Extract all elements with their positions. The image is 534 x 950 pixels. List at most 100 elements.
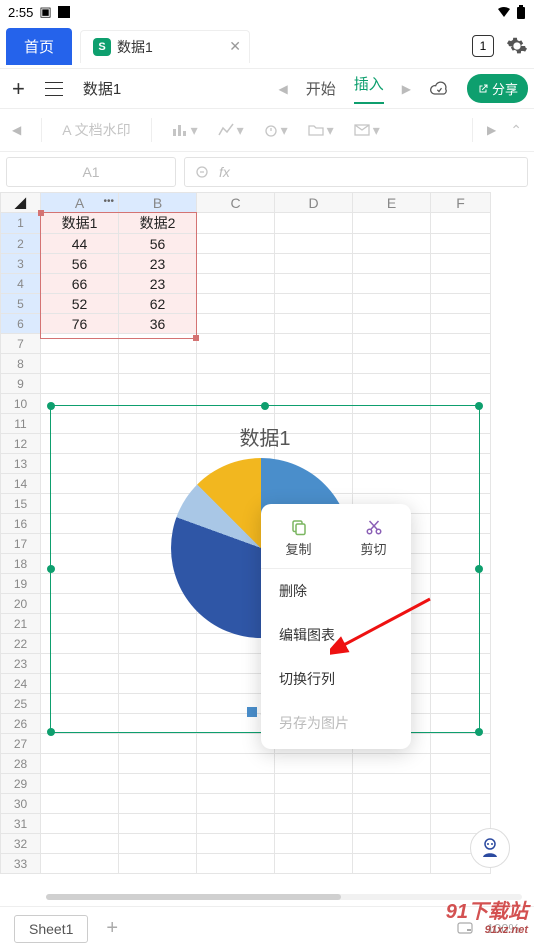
row-header[interactable]: 28 <box>1 754 41 774</box>
row-header[interactable]: 15 <box>1 494 41 514</box>
collapse-ribbon[interactable]: ⌃ <box>510 122 522 139</box>
row-header[interactable]: 5 <box>1 294 41 314</box>
cell[interactable]: 56 <box>41 254 119 274</box>
row-header[interactable]: 10 <box>1 394 41 414</box>
row-header[interactable]: 2 <box>1 234 41 254</box>
row-header[interactable]: 8 <box>1 354 41 374</box>
add-button[interactable]: + <box>6 76 31 102</box>
cell[interactable] <box>197 254 275 274</box>
timer-button[interactable]: ▾ <box>264 122 288 139</box>
cell[interactable] <box>197 314 275 334</box>
row-header[interactable]: 33 <box>1 854 41 874</box>
cell[interactable]: 56 <box>119 234 197 254</box>
cell[interactable] <box>275 274 353 294</box>
cloud-sync-icon[interactable] <box>429 79 449 99</box>
row-header[interactable]: 7 <box>1 334 41 354</box>
col-header-C[interactable]: C <box>197 193 275 213</box>
cell[interactable] <box>431 294 491 314</box>
resize-handle[interactable] <box>47 402 55 410</box>
file-tab[interactable]: S 数据1 ✕ <box>80 30 250 63</box>
row-header[interactable]: 20 <box>1 594 41 614</box>
menu-icon[interactable] <box>45 82 63 96</box>
col-header-F[interactable]: F <box>431 193 491 213</box>
cell[interactable]: 52 <box>41 294 119 314</box>
row-header[interactable]: 17 <box>1 534 41 554</box>
gear-icon[interactable] <box>506 35 528 57</box>
row-header[interactable]: 4 <box>1 274 41 294</box>
chart-button[interactable]: ▾ <box>172 122 198 139</box>
close-icon[interactable]: ✕ <box>229 38 241 55</box>
cell[interactable] <box>431 234 491 254</box>
share-button[interactable]: 分享 <box>467 74 528 103</box>
envelope-button[interactable]: ▾ <box>354 122 380 139</box>
cell[interactable] <box>275 294 353 314</box>
row-header[interactable]: 18 <box>1 554 41 574</box>
cell[interactable] <box>275 234 353 254</box>
row-header[interactable]: 29 <box>1 774 41 794</box>
cell[interactable]: 23 <box>119 254 197 274</box>
cell[interactable]: 数据1 <box>41 213 119 234</box>
resize-handle[interactable] <box>47 728 55 736</box>
cell[interactable] <box>275 213 353 234</box>
cell[interactable] <box>431 274 491 294</box>
cell[interactable]: 44 <box>41 234 119 254</box>
row-header[interactable]: 25 <box>1 694 41 714</box>
doc-name[interactable]: 数据1 <box>83 78 121 99</box>
cell[interactable] <box>197 274 275 294</box>
sparkline-button[interactable]: ▾ <box>218 122 244 139</box>
row-header[interactable]: 19 <box>1 574 41 594</box>
menu-start[interactable]: 开始 <box>306 78 336 99</box>
add-sheet-button[interactable]: + <box>106 917 118 940</box>
resize-handle[interactable] <box>475 402 483 410</box>
resize-handle[interactable] <box>261 402 269 410</box>
cell[interactable] <box>197 234 275 254</box>
row-header[interactable]: 32 <box>1 834 41 854</box>
row-header[interactable]: 9 <box>1 374 41 394</box>
row-header[interactable]: 1 <box>1 213 41 234</box>
cell[interactable] <box>353 314 431 334</box>
cell[interactable]: 36 <box>119 314 197 334</box>
folder-button[interactable]: ▾ <box>308 122 334 139</box>
row-header[interactable]: 22 <box>1 634 41 654</box>
cell[interactable] <box>275 254 353 274</box>
resize-handle[interactable] <box>47 565 55 573</box>
cell[interactable] <box>353 234 431 254</box>
cell[interactable] <box>431 213 491 234</box>
resize-handle[interactable] <box>475 565 483 573</box>
ctx-cut[interactable]: 剪切 <box>336 508 411 568</box>
cell[interactable] <box>431 314 491 334</box>
row-header[interactable]: 23 <box>1 654 41 674</box>
col-header-D[interactable]: D <box>275 193 353 213</box>
open-tabs-count[interactable]: 1 <box>472 35 494 57</box>
cell[interactable]: 数据2 <box>119 213 197 234</box>
cell[interactable]: 62 <box>119 294 197 314</box>
cell[interactable] <box>353 254 431 274</box>
row-header[interactable]: 12 <box>1 434 41 454</box>
formula-input[interactable]: fx <box>184 157 528 187</box>
cell[interactable] <box>197 294 275 314</box>
row-header[interactable]: 13 <box>1 454 41 474</box>
row-header[interactable]: 21 <box>1 614 41 634</box>
cell[interactable] <box>197 213 275 234</box>
sheet-tab-1[interactable]: Sheet1 <box>14 915 88 943</box>
row-header[interactable]: 26 <box>1 714 41 734</box>
row-header[interactable]: 3 <box>1 254 41 274</box>
cell[interactable] <box>353 274 431 294</box>
row-header[interactable]: 27 <box>1 734 41 754</box>
row-header[interactable]: 30 <box>1 794 41 814</box>
name-box[interactable]: A1 <box>6 157 176 187</box>
watermark-button[interactable]: A 文档水印 <box>62 120 130 140</box>
row-header[interactable]: 24 <box>1 674 41 694</box>
ctx-save-as-picture[interactable]: 另存为图片 <box>261 701 411 745</box>
home-tab[interactable]: 首页 <box>6 28 72 65</box>
cell[interactable]: 23 <box>119 274 197 294</box>
menu-insert[interactable]: 插入 <box>354 73 384 104</box>
cell[interactable] <box>353 294 431 314</box>
col-header-E[interactable]: E <box>353 193 431 213</box>
row-header[interactable]: 31 <box>1 814 41 834</box>
ribbon-next[interactable]: ▶ <box>402 82 411 96</box>
ctx-copy[interactable]: 复制 <box>261 508 336 568</box>
row-header[interactable]: 11 <box>1 414 41 434</box>
ribbon-prev[interactable]: ◀ <box>278 82 287 96</box>
assistant-avatar[interactable] <box>470 828 510 868</box>
